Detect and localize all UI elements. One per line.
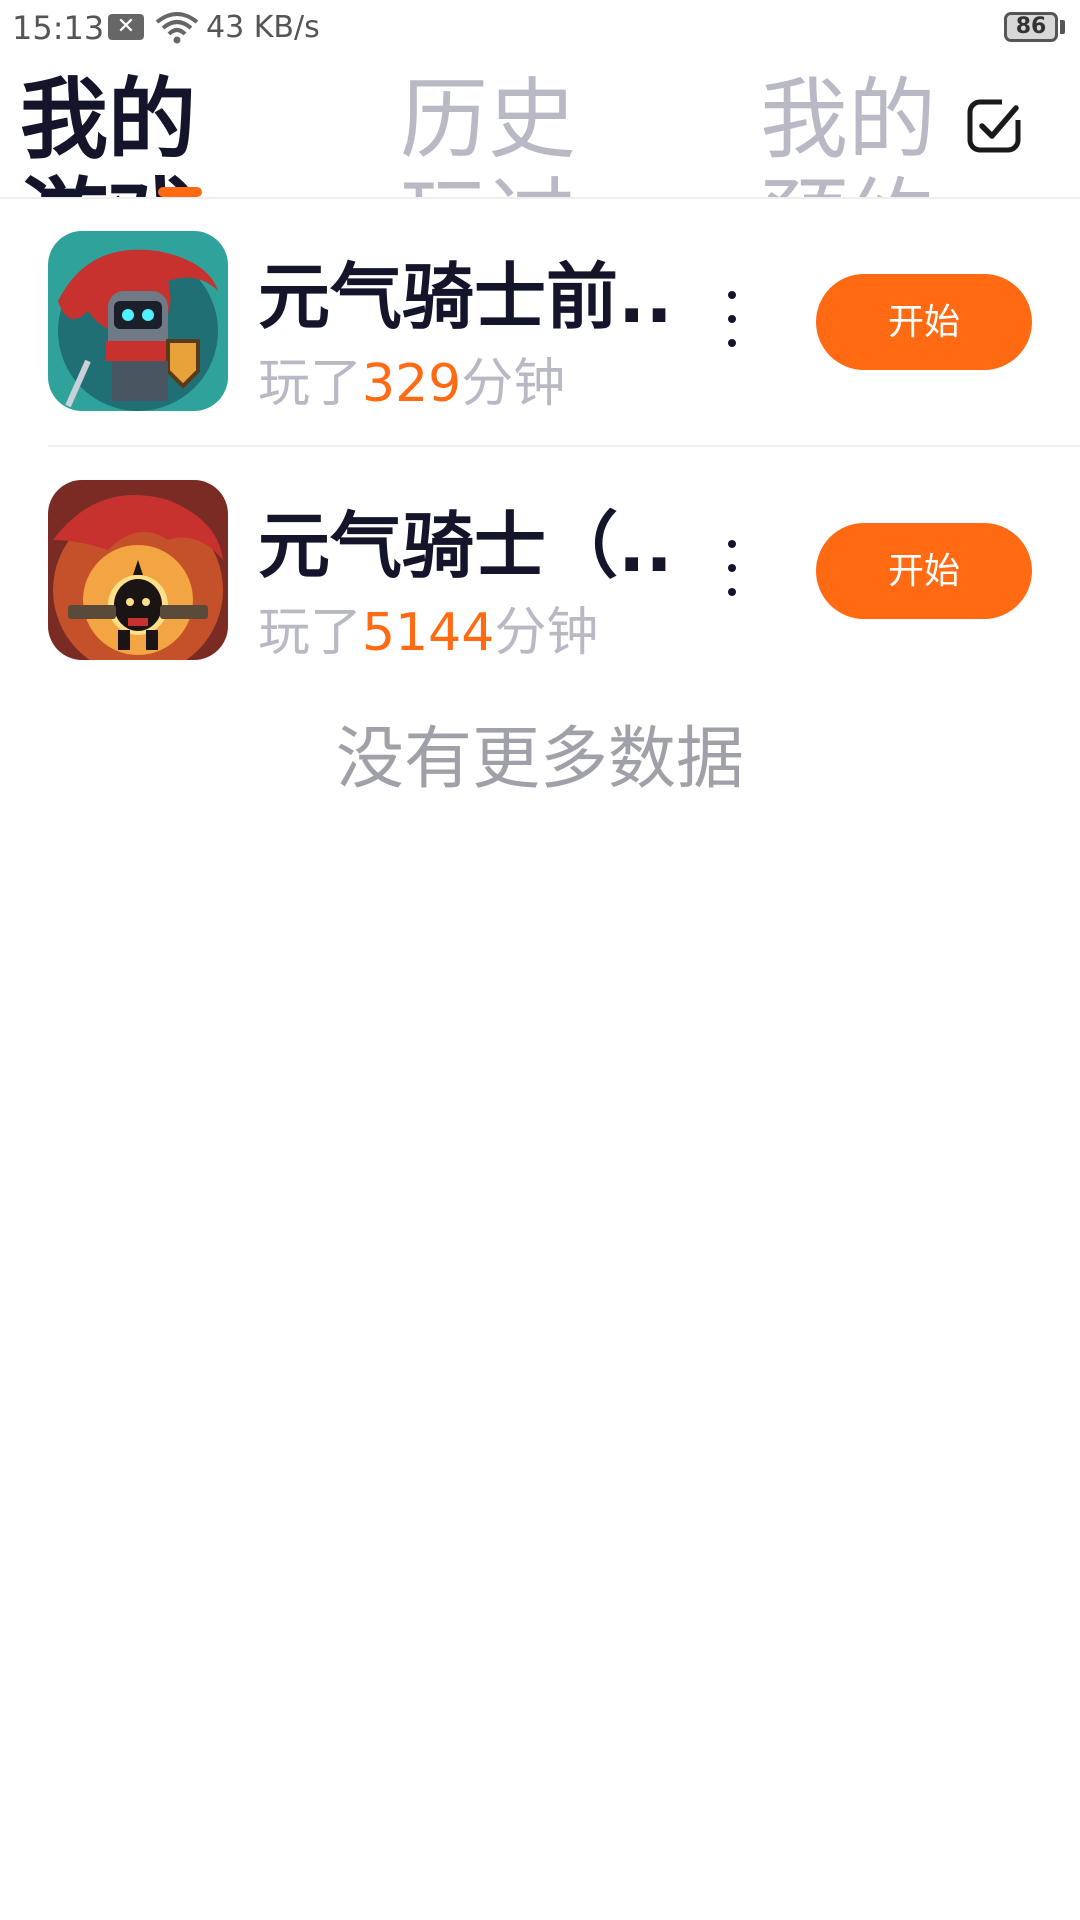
game-icon-soul-knight-prequel[interactable] (48, 231, 228, 411)
start-game-button[interactable]: 开始 (816, 274, 1032, 370)
played-prefix: 玩了 (258, 603, 363, 663)
game-title: 元气骑士（... (258, 504, 678, 588)
battery-tip (1060, 20, 1065, 34)
network-speed: 43 KB/s (206, 10, 320, 45)
close-box-icon: ✕ (108, 14, 144, 40)
start-game-button[interactable]: 开始 (816, 523, 1032, 619)
active-tab-indicator (158, 187, 202, 197)
played-minutes: 5144 (362, 603, 495, 663)
status-time: 15:13 (12, 9, 105, 47)
more-options-icon[interactable] (720, 269, 744, 373)
my-games-page: 15:13 ✕ 43 KB/s 86 我的游戏 历史玩过 我的预约 (0, 0, 1080, 1920)
status-bar: 15:13 ✕ 43 KB/s 86 (0, 0, 1080, 56)
game-icon-soul-knight[interactable] (48, 480, 228, 660)
game-play-time: 玩了5144分钟 (258, 598, 598, 668)
game-row[interactable]: 元气骑士（... 玩了5144分钟 开始 (0, 448, 1080, 697)
played-prefix: 玩了 (258, 354, 363, 414)
tab-bar: 我的游戏 历史玩过 我的预约 (0, 60, 1080, 197)
checkbox-manage-icon[interactable] (964, 96, 1026, 158)
game-row[interactable]: 元气骑士前... 玩了329分钟 开始 (0, 199, 1080, 448)
more-options-icon[interactable] (720, 518, 744, 622)
no-more-data-text: 没有更多数据 (335, 720, 744, 799)
played-suffix: 分钟 (494, 603, 599, 663)
battery-icon: 86 (1004, 12, 1058, 42)
played-minutes: 329 (362, 354, 462, 414)
row-divider (48, 445, 1080, 447)
game-play-time: 玩了329分钟 (258, 349, 565, 419)
played-suffix: 分钟 (461, 354, 566, 414)
battery-level: 86 (1015, 14, 1047, 39)
tab-my-games[interactable]: 我的游戏 (20, 70, 280, 198)
tab-history-played[interactable]: 历史玩过 (400, 70, 640, 198)
game-title: 元气骑士前... (258, 255, 678, 339)
wifi-icon (155, 12, 199, 44)
